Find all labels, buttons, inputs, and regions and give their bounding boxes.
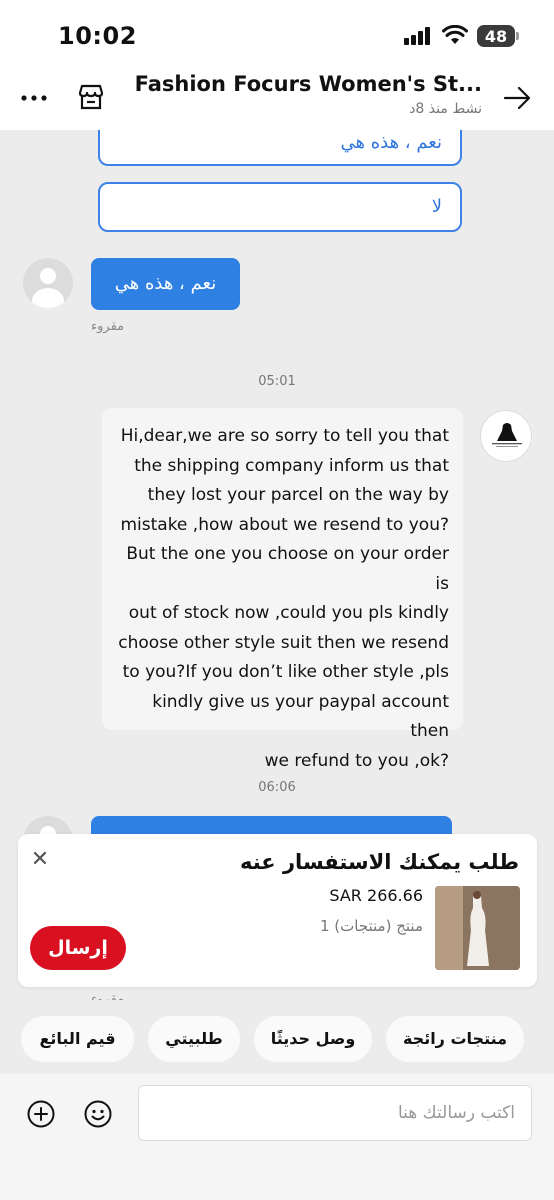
sent-message-bubble[interactable]: نعم ، هذه هي xyxy=(91,258,240,310)
option-no-label: لا xyxy=(431,196,442,217)
inquiry-card: ✕ طلب يمكنك الاستفسار عنه SAR 266.66 1 م… xyxy=(18,834,537,987)
read-receipt: مقروء xyxy=(91,319,125,334)
status-bar: 10:02 48 xyxy=(0,0,554,66)
product-price: SAR 266.66 xyxy=(329,886,423,905)
message-time: 06:06 xyxy=(258,780,296,795)
inquiry-title: طلب يمكنك الاستفسار عنه xyxy=(240,850,519,874)
option-no-button[interactable]: لا xyxy=(98,182,462,232)
sent-message-text: نعم ، هذه هي xyxy=(114,273,217,294)
shop-message-bubble[interactable]: Hi,dear,we are so sorry to tell you that… xyxy=(102,408,463,771)
option-yes-label: نعم ، هذه هي xyxy=(340,132,442,153)
cellular-signal-icon xyxy=(404,27,434,45)
shop-message-line: But the one you choose on your order is xyxy=(126,544,449,594)
message-time: 05:01 xyxy=(258,374,296,389)
read-receipt: مقروء xyxy=(91,992,125,1000)
plus-icon[interactable] xyxy=(27,1100,55,1128)
wifi-icon xyxy=(442,25,468,44)
shop-message-line: choose other style suit then we resend xyxy=(118,632,449,653)
product-thumbnail[interactable] xyxy=(435,886,520,970)
shop-active-status: نشط منذ 8د xyxy=(409,101,482,117)
shop-message-line: Hi,dear,we are so sorry to tell you that xyxy=(120,426,449,446)
shop-message-line: they lost your parcel on the way by xyxy=(147,485,449,505)
message-input-bar xyxy=(0,1074,554,1200)
shop-message-line: mistake ,how about we resend to you? xyxy=(120,514,449,535)
shop-message-line: out of stock now ,could you pls kindly xyxy=(128,603,449,623)
more-options-icon[interactable] xyxy=(20,86,50,110)
message-input[interactable] xyxy=(138,1085,532,1141)
send-inquiry-button[interactable]: إرسال xyxy=(30,926,126,970)
shop-message-line: we refund to you ,ok? xyxy=(264,750,449,771)
battery-icon: 48 xyxy=(477,25,519,47)
shop-message-line: kindly give us your paypal account then xyxy=(152,691,449,742)
chip-my-orders[interactable]: طلبيتي xyxy=(148,1016,240,1062)
chip-rate-seller[interactable]: قيم البائع xyxy=(21,1016,134,1062)
store-icon[interactable] xyxy=(76,82,106,112)
shop-avatar[interactable] xyxy=(480,410,532,462)
product-quantity: 1 منتج (منتجات) xyxy=(319,917,423,935)
chat-header: Fashion Focurs Women's St... نشط منذ 8د xyxy=(0,66,554,130)
chip-trending-products[interactable]: منتجات رائجة xyxy=(386,1016,524,1062)
user-avatar xyxy=(23,258,73,308)
shop-message-line: to you?If you don’t like other style ,pl… xyxy=(122,662,449,682)
shop-message-line: the shipping company inform us that xyxy=(134,455,449,476)
shop-name[interactable]: Fashion Focurs Women's St... xyxy=(135,72,482,96)
option-yes-button[interactable]: نعم ، هذه هي xyxy=(98,130,462,166)
emoji-icon[interactable] xyxy=(84,1100,112,1128)
status-time: 10:02 xyxy=(58,22,137,50)
back-arrow-icon[interactable] xyxy=(502,83,532,113)
chip-new-arrivals[interactable]: وصل حديثًا xyxy=(254,1016,372,1062)
close-icon[interactable]: ✕ xyxy=(28,848,52,872)
